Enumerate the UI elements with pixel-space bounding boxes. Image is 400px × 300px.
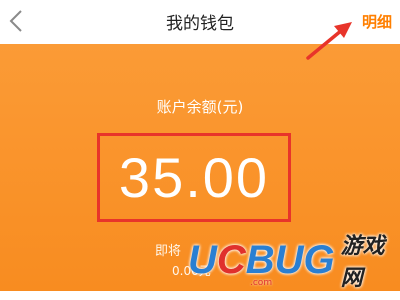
detail-link[interactable]: 明细 [362,11,392,32]
watermark-site-url: .com [250,278,273,288]
balance-highlight-box: 35.00 [97,133,291,222]
watermark-letter-c: C [216,237,246,282]
wallet-balance-panel: 账户余额(元) 35.00 即将 0.00元 U C BUG 游戏网 .com [0,44,400,291]
pending-label: 即将 [155,244,182,259]
watermark-logo: U C BUG 游戏网 .com [188,220,400,300]
watermark-wordmark: U C BUG [188,238,335,283]
balance-label: 账户余额(元) [156,98,244,116]
watermark-letter-u: U [188,237,217,282]
watermark-site-name: 游戏网 [340,234,385,291]
balance-amount: 35.00 [118,146,270,209]
watermark-letters-bug: BUG [245,237,335,282]
red-arrow-icon [306,22,352,60]
